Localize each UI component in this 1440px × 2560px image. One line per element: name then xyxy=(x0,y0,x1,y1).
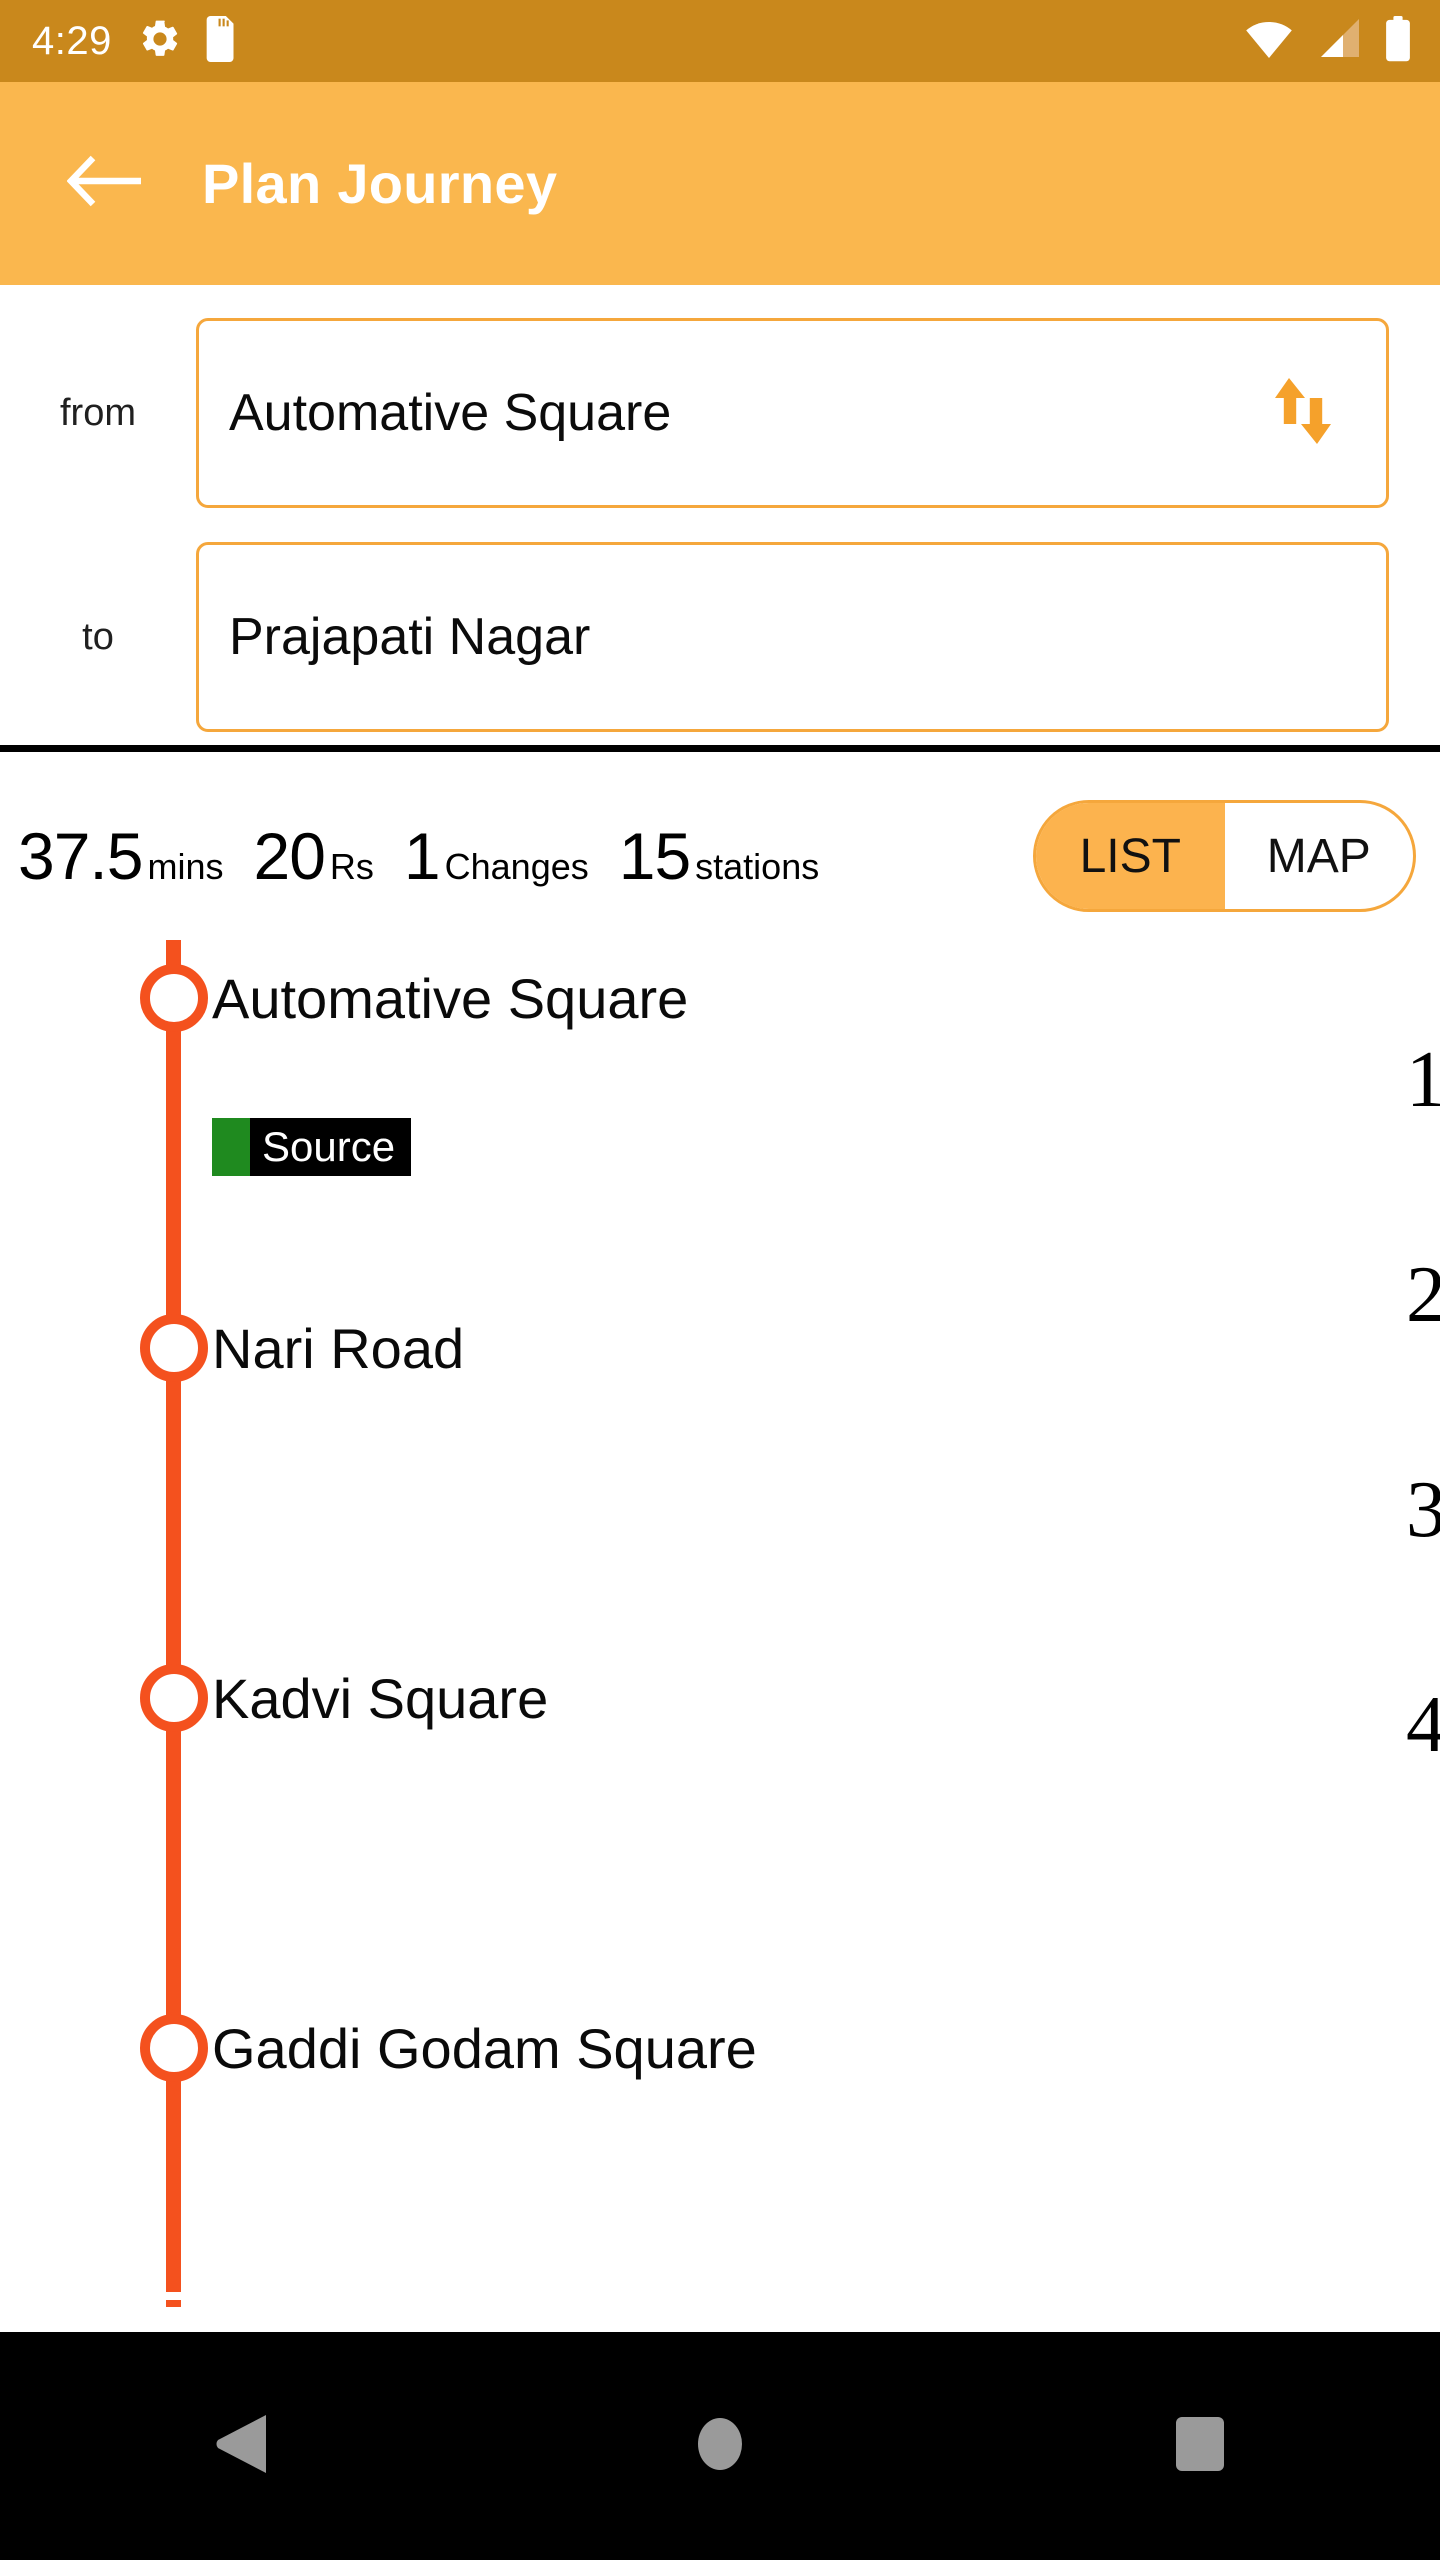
nav-home-button[interactable] xyxy=(480,2332,960,2560)
to-value: Prajapati Nagar xyxy=(229,608,591,666)
journey-summary-row: 37.5 mins 20 Rs 1 Changes 15 stations LI… xyxy=(0,790,1440,940)
back-button[interactable] xyxy=(50,129,160,239)
station-dot-icon xyxy=(140,1664,208,1732)
stat-duration: 37.5 mins xyxy=(18,818,223,894)
back-arrow-icon xyxy=(66,152,143,215)
station-dot-icon xyxy=(140,2014,208,2082)
station-name: Nari Road xyxy=(212,1316,465,1380)
stat-changes-unit: Changes xyxy=(444,846,589,887)
from-label: from xyxy=(60,391,136,434)
route-line xyxy=(166,940,181,2292)
stat-duration-value: 37.5 xyxy=(18,819,143,893)
from-row: from Automative Square xyxy=(0,318,1440,508)
station-name: Gaddi Godam Square xyxy=(212,2016,757,2080)
route-line-tail xyxy=(166,2300,181,2307)
badge-label: Source xyxy=(262,1123,396,1170)
list-item[interactable]: Kadvi Square xyxy=(0,1658,1440,1738)
stat-fare: 20 Rs xyxy=(253,818,373,894)
recents-square-icon xyxy=(1174,2415,1226,2478)
search-panel: from Automative Square to Prajapati Naga… xyxy=(0,285,1440,752)
list-item[interactable]: Gaddi Godam Square xyxy=(0,2008,1440,2088)
station-name: Kadvi Square xyxy=(212,1666,549,1730)
station-dot-icon xyxy=(140,964,208,1032)
stat-duration-unit: mins xyxy=(147,846,224,887)
status-badge: Source xyxy=(212,1118,412,1176)
from-field[interactable]: Automative Square xyxy=(196,318,1389,508)
stat-fare-value: 20 xyxy=(253,819,325,893)
leg-number: 4 xyxy=(1406,1681,1440,1769)
leg-number: 1 xyxy=(1406,1036,1440,1124)
station-dot-icon xyxy=(140,1314,208,1382)
list-item[interactable]: Automative Square xyxy=(0,958,1440,1038)
stat-changes-value: 1 xyxy=(403,819,441,893)
tab-map[interactable]: MAP xyxy=(1225,803,1414,909)
station-name: Automative Square xyxy=(212,966,689,1030)
from-value: Automative Square xyxy=(229,384,672,442)
to-row: to Prajapati Nagar xyxy=(0,542,1440,732)
leg-number: 3 xyxy=(1406,1466,1440,1554)
android-navigation-bar xyxy=(0,2332,1440,2560)
badge-color-bar xyxy=(212,1118,250,1176)
wifi-icon xyxy=(1244,19,1294,64)
stat-changes: 1 Changes xyxy=(404,818,589,894)
settings-gear-icon xyxy=(138,17,182,66)
sd-card-icon xyxy=(204,15,240,67)
to-label: to xyxy=(82,615,114,658)
nav-recents-button[interactable] xyxy=(960,2332,1440,2560)
view-toggle: LIST MAP xyxy=(1033,800,1416,912)
tab-list[interactable]: LIST xyxy=(1036,803,1225,909)
cellular-signal-icon xyxy=(1316,18,1362,64)
status-bar-clock: 4:29 xyxy=(32,19,112,63)
journey-route-list[interactable]: Automative Square Source Nari Road Kadvi… xyxy=(0,940,1440,2332)
status-bar-right-icons xyxy=(1244,15,1412,67)
plan-journey-screen: 4:29 Plan Journey from Automative Square… xyxy=(0,0,1440,2560)
app-bar: Plan Journey xyxy=(0,82,1440,285)
swap-stations-button[interactable] xyxy=(1258,363,1348,463)
nav-back-button[interactable] xyxy=(0,2332,480,2560)
home-circle-icon xyxy=(696,2416,744,2477)
to-field[interactable]: Prajapati Nagar xyxy=(196,542,1389,732)
stat-fare-unit: Rs xyxy=(329,846,374,887)
stat-stations-value: 15 xyxy=(618,819,691,893)
journey-stats: 37.5 mins 20 Rs 1 Changes 15 stations xyxy=(18,818,819,894)
back-triangle-icon xyxy=(212,2413,268,2480)
swap-vertical-icon xyxy=(1270,370,1336,457)
status-bar: 4:29 xyxy=(0,0,1440,82)
list-item[interactable]: Nari Road xyxy=(0,1308,1440,1388)
status-bar-left-icons xyxy=(138,15,240,67)
stat-stations-unit: stations xyxy=(695,846,820,887)
stat-stations: 15 stations xyxy=(619,818,820,894)
leg-number: 2 xyxy=(1406,1251,1440,1339)
page-title: Plan Journey xyxy=(202,152,558,215)
battery-icon xyxy=(1384,15,1412,67)
